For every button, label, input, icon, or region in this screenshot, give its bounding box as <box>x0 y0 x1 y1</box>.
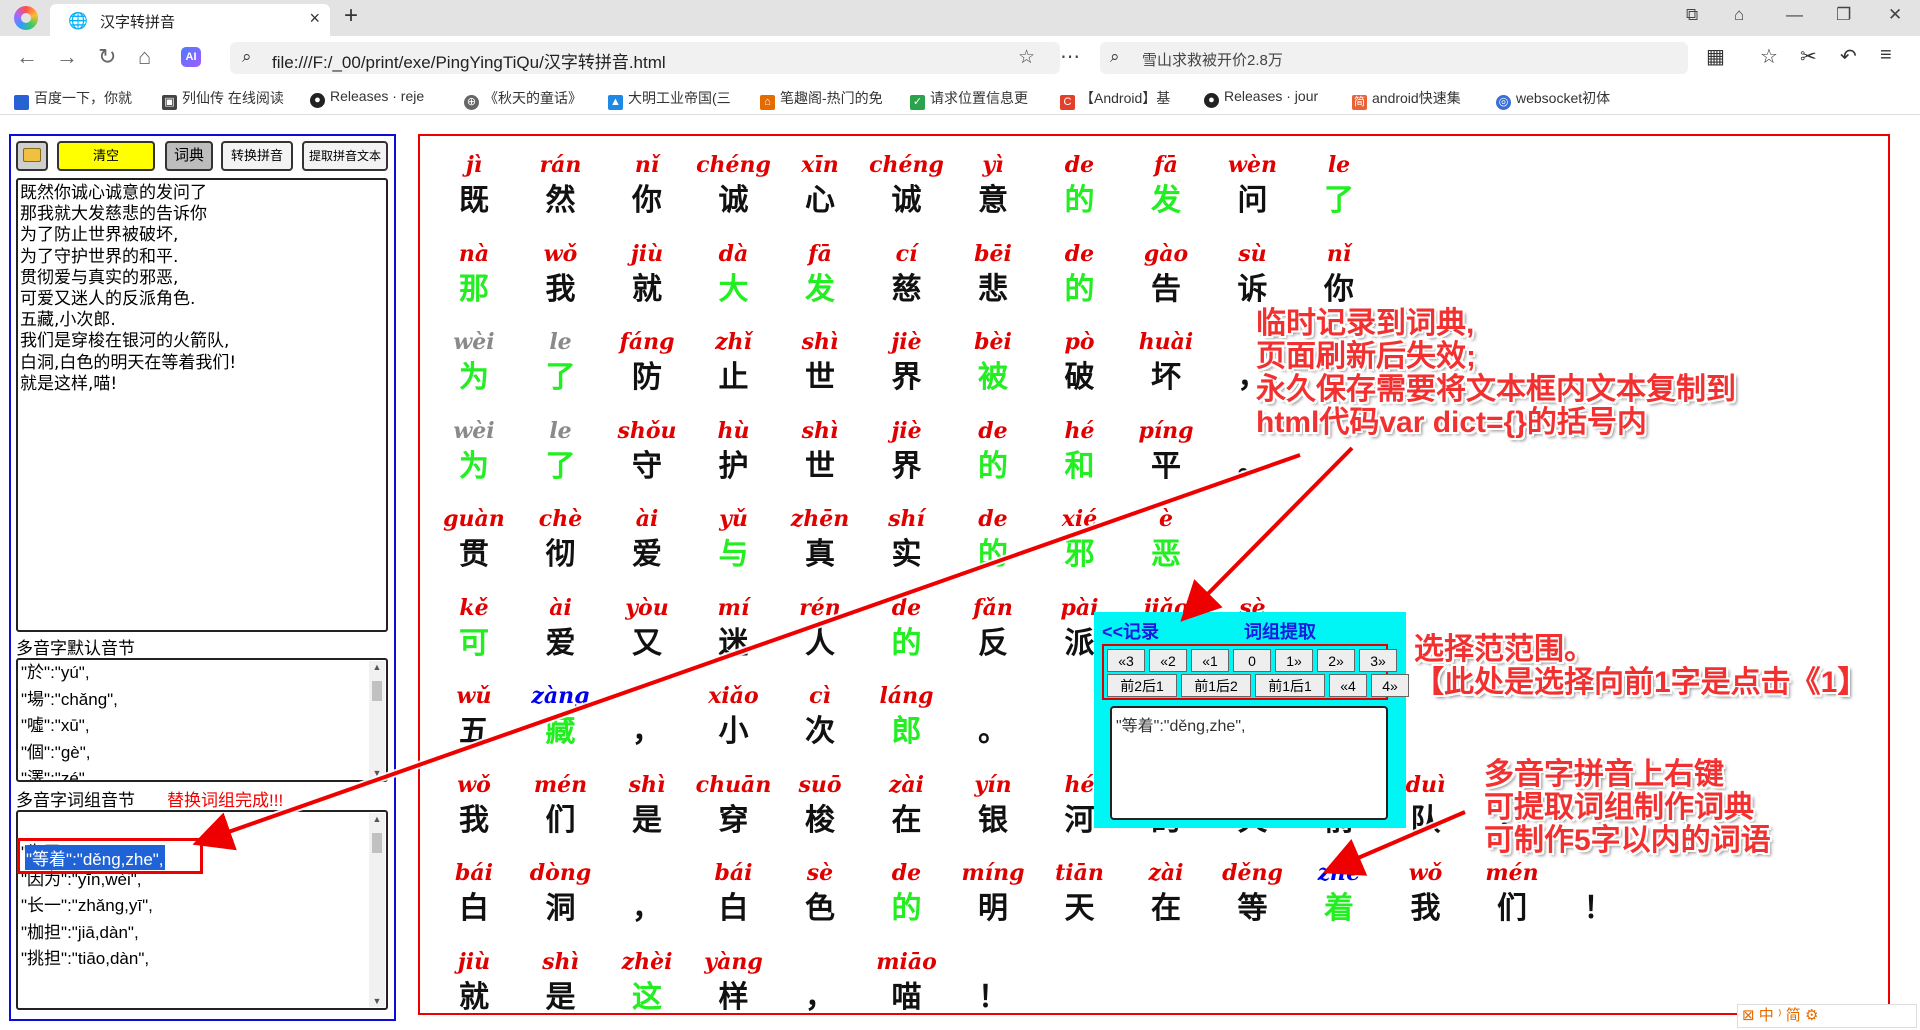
arrow-to-zhe <box>1322 810 1466 876</box>
annotation-right-click: 多音字拼音上右键 可提取词组制作词典 可制作5字以内的词语 <box>1484 758 1771 857</box>
annotation-arrows <box>192 445 1467 876</box>
ime-logo-icon: ⊠ <box>1742 1007 1755 1024</box>
ime-settings-icon[interactable]: ⚙ <box>1805 1007 1818 1024</box>
annotation-temp-record: 临时记录到词典, 页面刷新后失效; 永久保存需要将文本框内文本复制到 html代… <box>1256 307 1736 439</box>
ime-toolbar[interactable]: ⊠ 中 ⁾ 简 ⚙ <box>1737 1004 1917 1028</box>
arrow-to-phrase-dict <box>192 453 1301 851</box>
arrow-to-record <box>1180 446 1354 622</box>
ime-status: 中 ⁾ 简 <box>1758 1007 1801 1024</box>
annotation-select-range: 选择范范围。 【此处是选择向前1字是点击《1】 <box>1414 633 1868 699</box>
